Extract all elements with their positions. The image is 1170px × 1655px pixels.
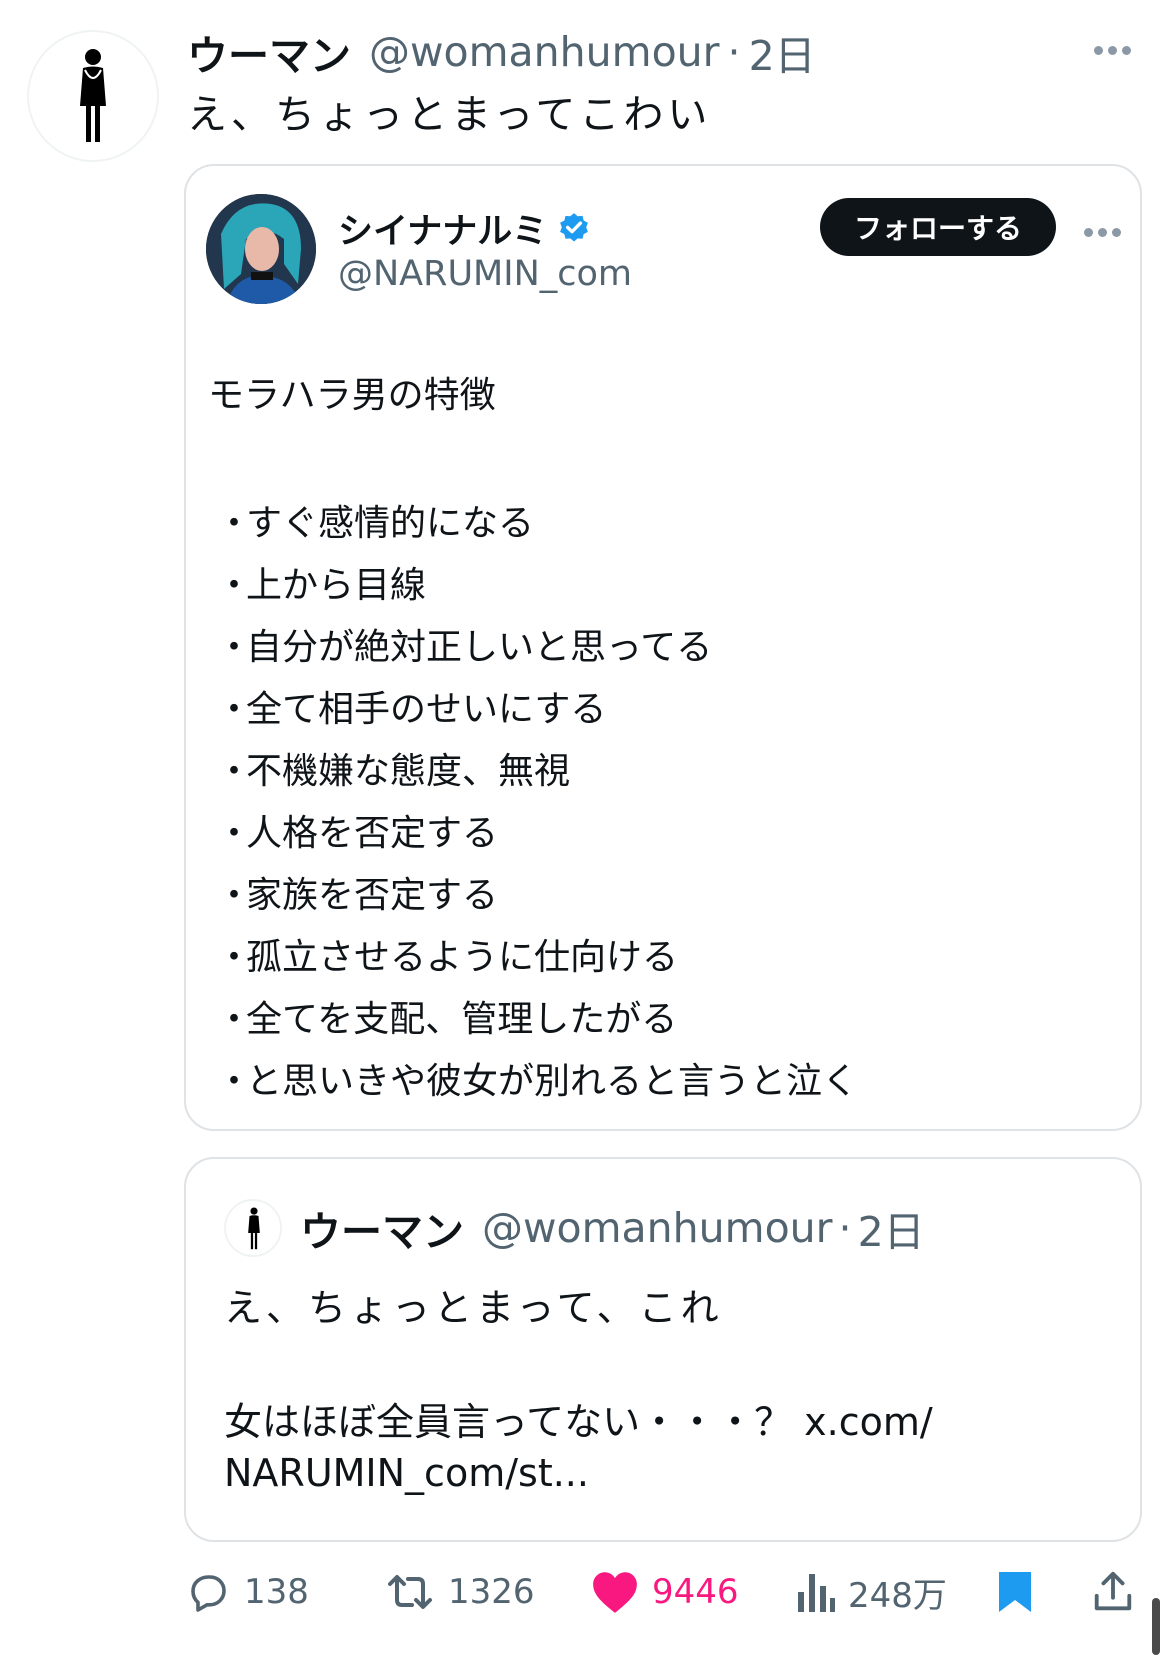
quote-author-name: ウーマン (300, 1208, 464, 1256)
list-item: 全て相手のせいにする (216, 675, 858, 737)
reply-count: 138 (244, 1572, 309, 1612)
bookmark-icon (999, 1572, 1031, 1612)
share-icon (1094, 1571, 1132, 1611)
embedded-author-name: シイナナルミ (338, 211, 548, 252)
embedded-image-card[interactable]: シイナナルミ @NARUMIN_com フォローする モラハラ男の特徴 すぐ感情… (184, 164, 1142, 1131)
like-count: 9446 (652, 1572, 739, 1612)
woman-figure-icon (248, 1207, 260, 1250)
action-bar: 138 1326 9446 248万 (0, 1562, 1170, 1622)
reply-button[interactable]: 138 (184, 1562, 309, 1622)
quote-author-avatar (224, 1199, 282, 1257)
quote-link[interactable]: NARUMIN_com/st... (224, 1451, 589, 1495)
list-item: 全てを支配、管理したがる (216, 985, 858, 1047)
author-avatar[interactable] (27, 30, 159, 162)
separator-dot: · (727, 28, 741, 76)
bookmark-button[interactable] (995, 1562, 1047, 1622)
more-options-icon[interactable] (1094, 40, 1138, 55)
author-handle[interactable]: @womanhumour (369, 28, 720, 76)
quote-text-line: 女はほぼ全員言ってない・・・？ x.com/ (224, 1400, 933, 1444)
heart-icon (593, 1572, 637, 1613)
author-name[interactable]: ウーマン (187, 22, 351, 82)
list-item: 上から目線 (216, 551, 858, 613)
trait-list: すぐ感情的になる 上から目線 自分が絶対正しいと思ってる 全て相手のせいにする … (216, 489, 858, 1109)
tweet-time[interactable]: 2日 (749, 22, 816, 82)
tweet-header: ウーマン @womanhumour · 2日 (187, 22, 816, 82)
retweet-count: 1326 (448, 1572, 535, 1612)
embedded-more-icon (1084, 222, 1128, 237)
verified-badge-icon (560, 213, 589, 242)
tweet-text: え、ちょっとまってこわい (187, 92, 712, 138)
embedded-name-row: シイナナルミ (338, 202, 591, 254)
woman-figure-icon (80, 49, 106, 142)
list-item: すぐ感情的になる (216, 489, 858, 551)
list-item: と思いきや彼女が別れると言うと泣く (216, 1047, 858, 1109)
list-item: 不機嫌な態度、無視 (216, 737, 858, 799)
retweet-icon (388, 1575, 432, 1609)
list-item: 家族を否定する (216, 861, 858, 923)
list-item: 人格を否定する (216, 799, 858, 861)
embedded-author-avatar (206, 194, 316, 304)
quote-header: ウーマン @womanhumour · 2日 (300, 1199, 925, 1257)
quote-text-line: え、ちょっとまって、これ (224, 1286, 723, 1330)
views-count: 248万 (848, 1575, 947, 1616)
scrollbar[interactable] (1152, 1598, 1160, 1655)
embedded-title: モラハラ男の特徴 (208, 375, 496, 416)
views-button[interactable]: 248万 (796, 1562, 947, 1622)
embedded-author-handle: @NARUMIN_com (338, 254, 633, 294)
analytics-icon (798, 1574, 835, 1612)
share-button[interactable] (1090, 1562, 1148, 1622)
quoted-tweet[interactable]: ウーマン @womanhumour · 2日 え、ちょっとまって、これ 女はほぼ… (184, 1157, 1142, 1542)
list-item: 自分が絶対正しいと思ってる (216, 613, 858, 675)
quote-time: 2日 (857, 1208, 925, 1256)
like-button[interactable]: 9446 (590, 1562, 739, 1622)
separator-dot: · (838, 1204, 852, 1252)
follow-button[interactable]: フォローする (820, 198, 1056, 256)
reply-icon (191, 1575, 226, 1612)
retweet-button[interactable]: 1326 (384, 1562, 535, 1622)
quote-author-handle: @womanhumour (482, 1204, 833, 1252)
list-item: 孤立させるように仕向ける (216, 923, 858, 985)
